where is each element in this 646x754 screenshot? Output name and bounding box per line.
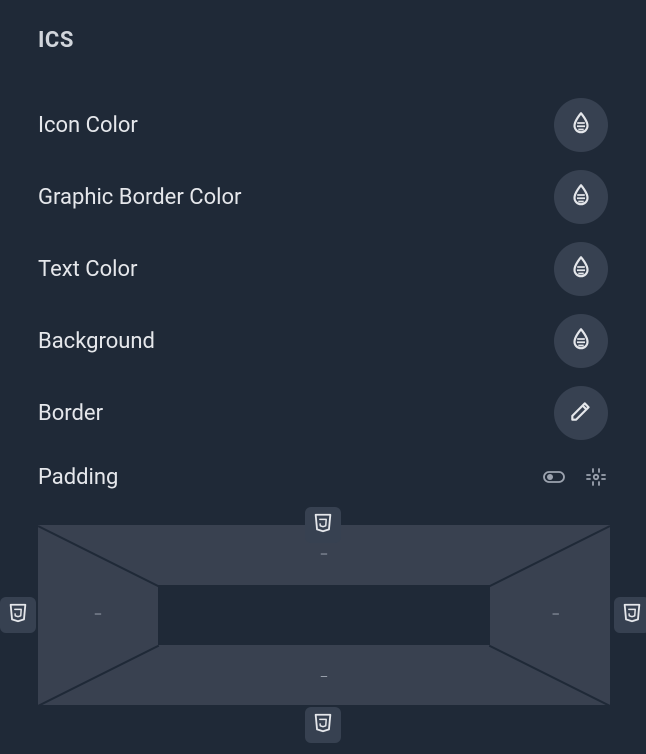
text-color-picker-button[interactable] — [554, 242, 608, 296]
row-border: Border — [38, 377, 608, 449]
padding-toggle[interactable] — [542, 465, 566, 489]
css3-icon — [312, 512, 334, 538]
droplet-icon — [568, 110, 594, 140]
css3-icon — [312, 712, 334, 738]
section-title: ICS — [38, 28, 608, 53]
droplet-icon — [568, 326, 594, 356]
label-icon-color: Icon Color — [38, 113, 138, 138]
padding-box-editor[interactable]: – – – – — [38, 525, 610, 705]
padding-css-badge-left[interactable] — [0, 597, 36, 633]
row-graphic-border-color: Graphic Border Color — [38, 161, 608, 233]
label-graphic-border-color: Graphic Border Color — [38, 185, 241, 210]
pencil-icon — [568, 398, 594, 428]
padding-top-value[interactable]: – — [320, 548, 329, 563]
label-padding: Padding — [38, 465, 118, 490]
row-icon-color: Icon Color — [38, 89, 608, 161]
padding-css-badge-right[interactable] — [614, 597, 646, 633]
padding-link-sides-button[interactable] — [584, 465, 608, 489]
label-background: Background — [38, 329, 155, 354]
row-text-color: Text Color — [38, 233, 608, 305]
background-color-picker-button[interactable] — [554, 314, 608, 368]
padding-editor-wrap: – – – – — [38, 525, 608, 705]
droplet-icon — [568, 254, 594, 284]
css3-icon — [621, 602, 643, 628]
label-text-color: Text Color — [38, 257, 138, 282]
row-padding: Padding — [38, 449, 608, 505]
padding-css-badge-top[interactable] — [305, 507, 341, 543]
css3-icon — [7, 602, 29, 628]
graphic-border-color-picker-button[interactable] — [554, 170, 608, 224]
row-background: Background — [38, 305, 608, 377]
border-edit-button[interactable] — [554, 386, 608, 440]
label-border: Border — [38, 401, 103, 426]
padding-bottom-value[interactable]: – — [320, 670, 329, 685]
padding-left-value[interactable]: – — [94, 608, 103, 623]
droplet-icon — [568, 182, 594, 212]
icon-color-picker-button[interactable] — [554, 98, 608, 152]
padding-right-value[interactable]: – — [551, 608, 560, 623]
padding-css-badge-bottom[interactable] — [305, 707, 341, 743]
